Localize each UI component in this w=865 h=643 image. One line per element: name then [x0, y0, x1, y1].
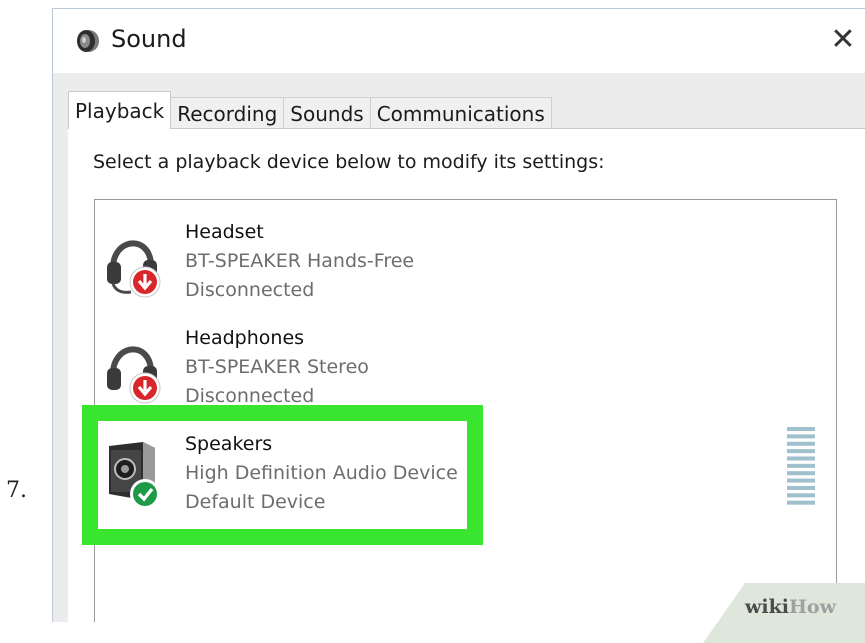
speakers-level-meter [787, 427, 815, 505]
speaker-icon [77, 30, 99, 52]
close-button[interactable]: ✕ [821, 15, 865, 65]
tab-communications[interactable]: Communications [369, 97, 552, 129]
device-item-headphones[interactable]: Headphones BT-SPEAKER Stereo Disconnecte… [95, 324, 465, 424]
device-description: High Definition Audio Device [185, 462, 458, 484]
level-meter-bar [787, 478, 815, 483]
headset-disconnected-icon [107, 240, 161, 298]
level-meter-bar [787, 441, 815, 446]
tab-bar: Playback Recording Sounds Communications [68, 91, 552, 129]
device-description: BT-SPEAKER Stereo [185, 356, 369, 378]
device-status: Disconnected [185, 385, 315, 407]
headphones-disconnected-icon [107, 346, 161, 404]
watermark-text-how: How [788, 596, 836, 618]
level-meter-bar [787, 500, 815, 505]
instruction-text: Select a playback device below to modify… [93, 151, 605, 173]
watermark-text-wiki: wiki [745, 596, 789, 618]
step-number: 7. [6, 478, 27, 503]
level-meter-bar [787, 427, 815, 432]
device-status: Disconnected [185, 279, 315, 301]
level-meter-bar [787, 493, 815, 498]
device-list[interactable]: Headset BT-SPEAKER Hands-Free Disconnect… [94, 199, 837, 622]
device-description: BT-SPEAKER Hands-Free [185, 250, 415, 272]
playback-panel: Select a playback device below to modify… [68, 128, 865, 622]
device-item-speakers[interactable]: Speakers High Definition Audio Device De… [95, 430, 465, 530]
level-meter-bar [787, 434, 815, 439]
sound-dialog: Sound ✕ Playback Recording Sounds Commun… [52, 8, 865, 622]
device-status: Default Device [185, 491, 326, 513]
level-meter-bar [787, 471, 815, 476]
device-name: Headset [185, 221, 264, 243]
level-meter-bar [787, 456, 815, 461]
speakers-default-icon [109, 442, 160, 509]
tab-playback[interactable]: Playback [68, 91, 172, 129]
level-meter-bar [787, 463, 815, 468]
device-name: Headphones [185, 327, 305, 349]
device-name: Speakers [185, 433, 273, 455]
level-meter-bar [787, 485, 815, 490]
device-item-headset[interactable]: Headset BT-SPEAKER Hands-Free Disconnect… [95, 218, 465, 318]
tab-sounds[interactable]: Sounds [283, 97, 371, 129]
window-title: Sound [111, 25, 187, 53]
wikihow-watermark: wikiHow [745, 596, 836, 618]
level-meter-bar [787, 449, 815, 454]
title-bar[interactable]: Sound ✕ [53, 9, 865, 73]
tab-recording[interactable]: Recording [170, 97, 285, 129]
